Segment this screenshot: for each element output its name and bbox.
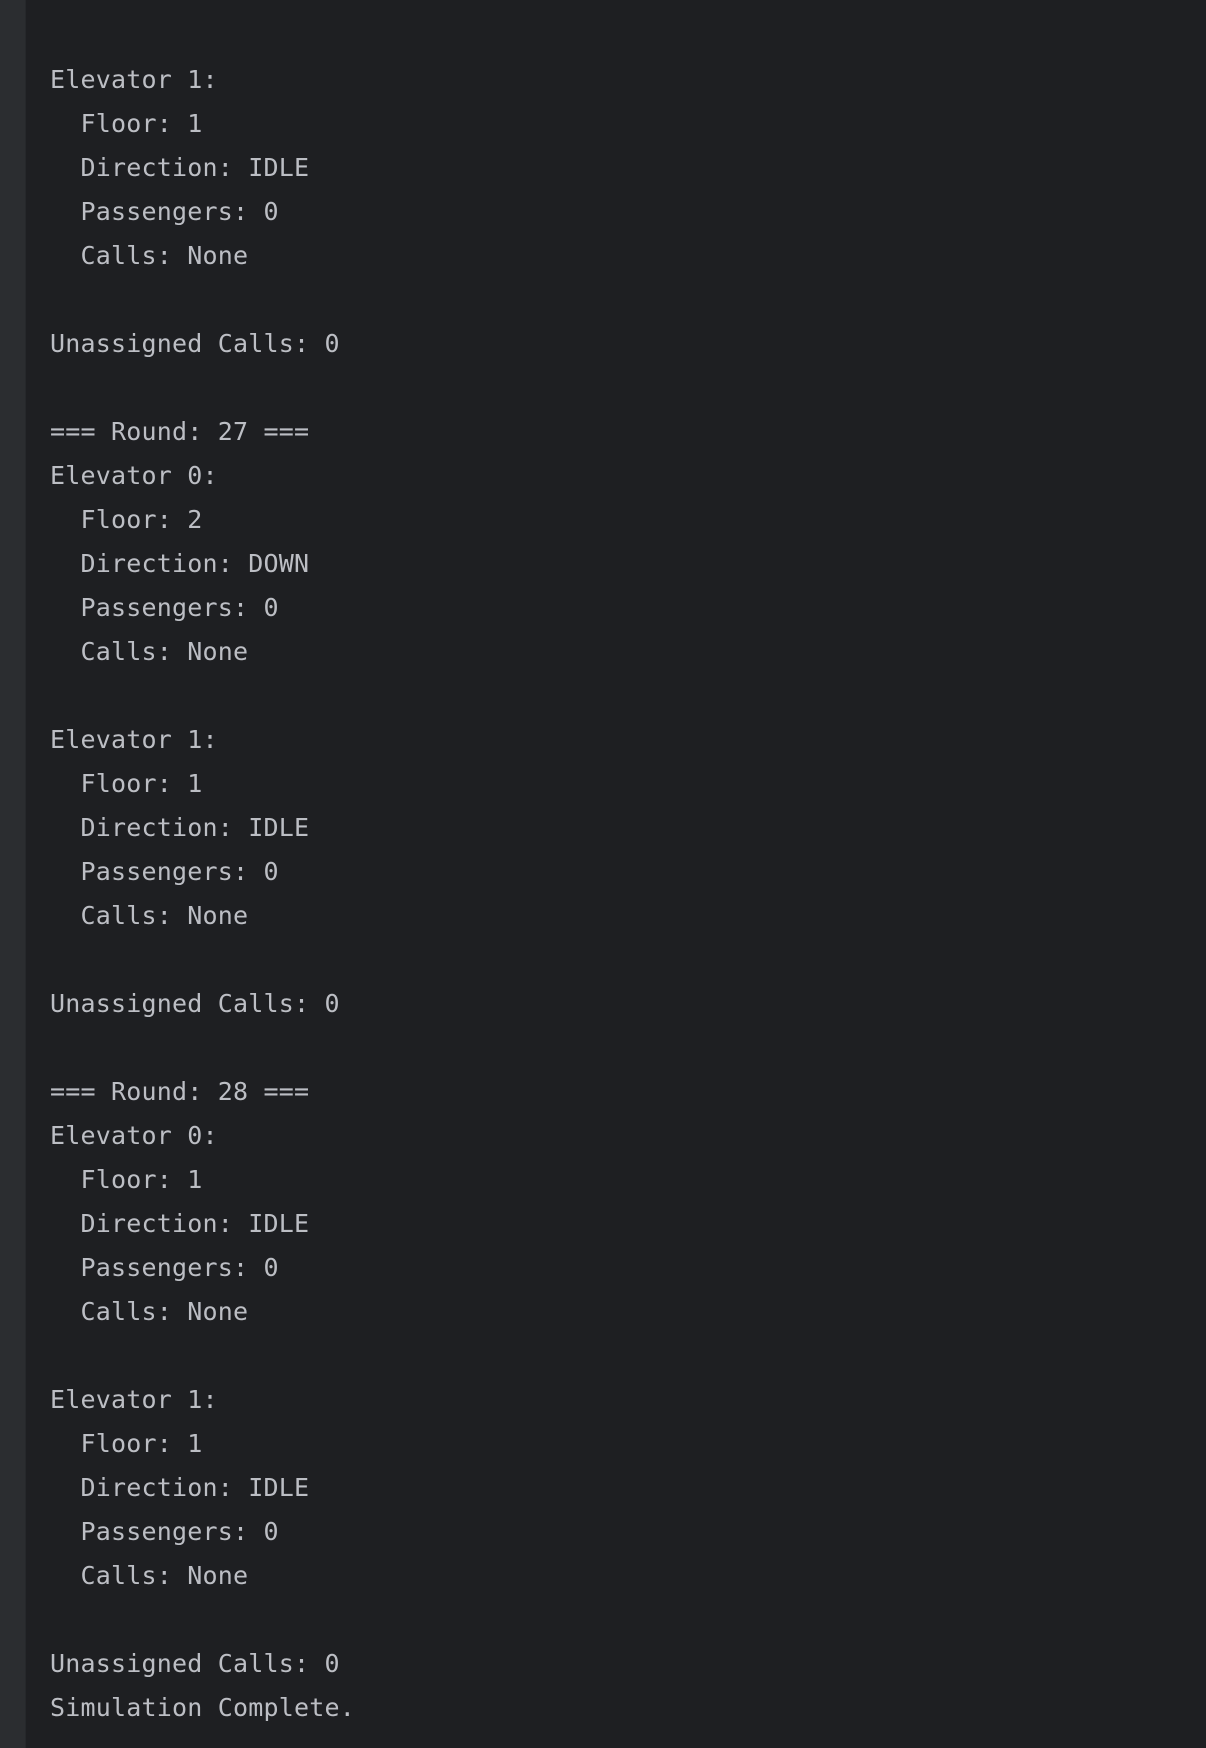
console-line: Direction: DOWN [50,549,310,578]
console-line: Passengers: 0 [50,593,279,622]
console-line: Unassigned Calls: 0 [50,1649,340,1678]
console-line: Passengers: 0 [50,1253,279,1282]
console-line: Elevator 1: [50,1385,218,1414]
console-line: Calls: None [50,241,249,270]
console-line: === Round: 27 === [50,417,310,446]
console-line: Floor: 2 [50,505,203,534]
console-line: Calls: None [50,901,249,930]
console-line: Elevator 1: [50,725,218,754]
console-line: Floor: 1 [50,1165,203,1194]
console-line: Passengers: 0 [50,1517,279,1546]
console-line: Direction: IDLE [50,813,310,842]
console-line: Floor: 1 [50,109,203,138]
console-line: Simulation Complete. [50,1693,356,1722]
console-line: Calls: None [50,637,249,666]
console-line: Floor: 1 [50,1429,203,1458]
console-line: Direction: IDLE [50,1473,310,1502]
console-line: Calls: None [50,1561,249,1590]
console-output[interactable]: Elevator 1: Floor: 1 Direction: IDLE Pas… [50,58,1206,1748]
console-line: Direction: IDLE [50,1209,310,1238]
console-line: Elevator 0: [50,1121,218,1150]
console-line: Unassigned Calls: 0 [50,329,340,358]
console-line: Direction: IDLE [50,153,310,182]
console-line: Passengers: 0 [50,197,279,226]
console-gutter [0,0,26,1748]
console-line: Floor: 1 [50,769,203,798]
console-line: Elevator 1: [50,65,218,94]
console-line: Passengers: 0 [50,857,279,886]
console-line: === Round: 28 === [50,1077,310,1106]
console-line: Elevator 0: [50,461,218,490]
console-line: Calls: None [50,1297,249,1326]
console-line: Unassigned Calls: 0 [50,989,340,1018]
